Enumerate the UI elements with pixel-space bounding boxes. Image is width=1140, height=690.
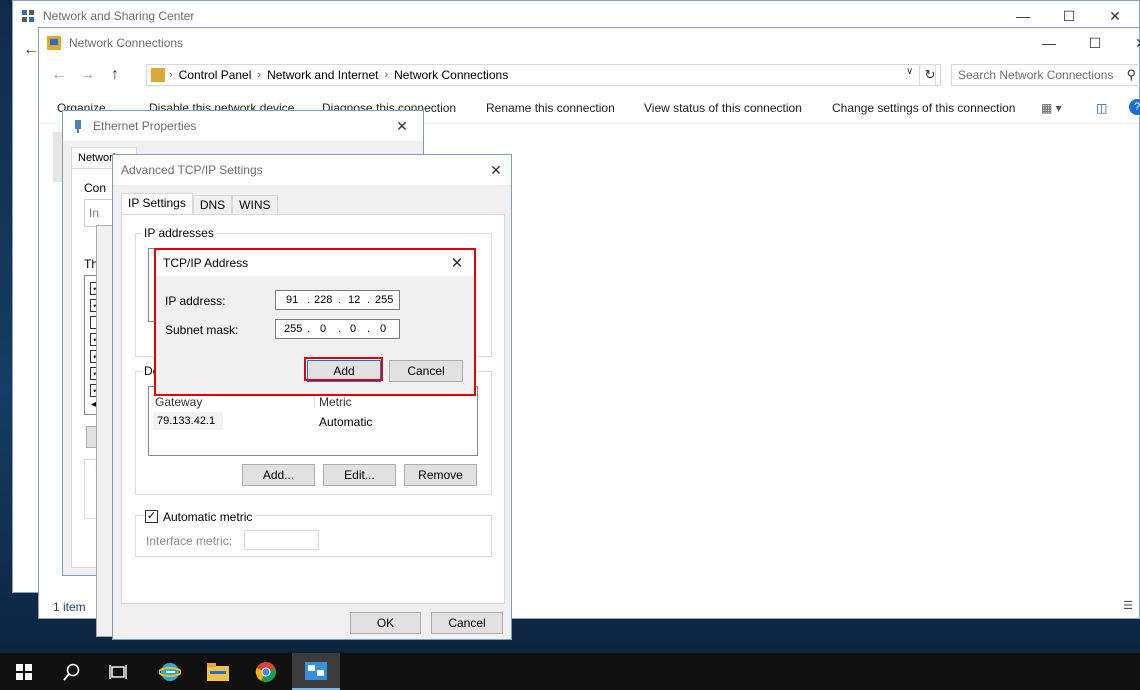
metric-column-header[interactable]: Metric bbox=[319, 395, 352, 409]
nc-title: Network Connections bbox=[69, 36, 184, 50]
help-icon[interactable]: ? bbox=[1129, 99, 1140, 115]
forward-icon[interactable]: → bbox=[73, 66, 101, 84]
search-icon[interactable] bbox=[48, 653, 96, 690]
chevron-right-icon: › bbox=[257, 69, 262, 81]
octet-dot: . bbox=[367, 323, 371, 335]
adv-tabs: IP Settings DNS WINS bbox=[121, 193, 278, 215]
address-folder-icon bbox=[151, 68, 165, 82]
ip-octet-3: 12 bbox=[348, 294, 361, 306]
adv-close-button[interactable]: ✕ bbox=[473, 155, 519, 185]
metric-group: ✓ Automatic metric Interface metric: bbox=[135, 510, 492, 557]
breadcrumb-network-internet[interactable]: Network and Internet bbox=[267, 68, 378, 82]
adv-titlebar[interactable]: Advanced TCP/IP Settings ✕ bbox=[113, 155, 511, 185]
add-button[interactable]: Add bbox=[307, 360, 381, 382]
cancel-button[interactable]: Cancel bbox=[431, 612, 503, 634]
eth-close-button[interactable]: ✕ bbox=[379, 111, 425, 141]
octet-dot: . bbox=[367, 294, 371, 306]
mask-octet-4: 0 bbox=[380, 323, 387, 335]
nc-titlebar[interactable]: Network Connections — ☐ ✕ bbox=[39, 28, 1140, 58]
automatic-metric-checkbox[interactable]: ✓ bbox=[145, 510, 158, 523]
chevron-right-icon: › bbox=[384, 69, 389, 81]
search-input[interactable]: Search Network Connections ⚲ bbox=[951, 64, 1140, 86]
ok-button[interactable]: OK bbox=[350, 612, 421, 634]
tcpip-title: TCP/IP Address bbox=[163, 256, 249, 270]
interface-metric-input[interactable] bbox=[244, 530, 319, 550]
tab-ip-settings[interactable]: IP Settings bbox=[121, 193, 193, 215]
gateway-edit-button[interactable]: Edit... bbox=[323, 464, 396, 486]
chevron-down-icon[interactable]: ∨ bbox=[906, 66, 913, 77]
octet-dot: . bbox=[307, 323, 311, 335]
eth-titlebar[interactable]: Ethernet Properties ✕ bbox=[63, 111, 423, 141]
nc-close-button[interactable]: ✕ bbox=[1118, 28, 1140, 58]
up-icon[interactable]: ↑ bbox=[101, 66, 129, 84]
address-bar[interactable]: › Control Panel › Network and Internet ›… bbox=[146, 64, 936, 86]
tcpip-address-dialog: TCP/IP Address ✕ IP address: 91 . 228 . … bbox=[154, 249, 476, 395]
mask-octet-1: 255 bbox=[284, 323, 303, 335]
octet-dot: . bbox=[338, 323, 342, 335]
ip-address-label: IP address: bbox=[165, 294, 226, 308]
chevron-right-icon: › bbox=[169, 69, 173, 81]
metric-cell[interactable]: Automatic bbox=[319, 415, 372, 429]
subnet-mask-label: Subnet mask: bbox=[165, 323, 239, 337]
ip-octet-4: 255 bbox=[375, 294, 394, 306]
nc-maximize-button[interactable]: ☐ bbox=[1072, 28, 1118, 58]
ip-octet-1: 91 bbox=[286, 294, 299, 306]
interface-metric-label: Interface metric: bbox=[146, 534, 233, 548]
eth-title: Ethernet Properties bbox=[93, 119, 197, 133]
ip-addresses-label: IP addresses bbox=[142, 226, 216, 240]
rename-button[interactable]: Rename this connection bbox=[486, 101, 615, 115]
tcpip-close-button[interactable]: ✕ bbox=[437, 250, 477, 276]
taskbar bbox=[0, 653, 1140, 690]
ip-address-input[interactable]: 91 . 228 . 12 . 255 bbox=[275, 290, 400, 310]
network-connections-icon bbox=[47, 36, 61, 50]
control-panel-icon bbox=[21, 9, 35, 23]
start-windows-icon[interactable] bbox=[0, 653, 48, 690]
adv-title: Advanced TCP/IP Settings bbox=[121, 163, 263, 177]
ip-octet-2: 228 bbox=[314, 294, 333, 306]
gateway-remove-button[interactable]: Remove bbox=[404, 464, 477, 486]
view-status-button[interactable]: View status of this connection bbox=[644, 101, 802, 115]
ethernet-icon bbox=[71, 119, 85, 133]
tcpip-titlebar[interactable]: TCP/IP Address ✕ bbox=[155, 250, 475, 276]
eth-connect-label: Con bbox=[84, 181, 107, 195]
octet-dot: . bbox=[338, 294, 342, 306]
tab-wins[interactable]: WINS bbox=[232, 195, 278, 215]
gateways-list[interactable]: Gateway Metric 79.133.42.1 Automatic bbox=[148, 386, 478, 456]
subnet-mask-input[interactable]: 255 . 0 . 0 . 0 bbox=[275, 319, 400, 339]
file-explorer-icon[interactable] bbox=[194, 653, 242, 690]
octet-dot: . bbox=[307, 294, 311, 306]
eth-install-label: In bbox=[89, 206, 100, 220]
change-settings-button[interactable]: Change settings of this connection bbox=[832, 101, 1015, 115]
mask-octet-2: 0 bbox=[320, 323, 327, 335]
refresh-icon[interactable]: ↻ bbox=[919, 64, 941, 86]
automatic-metric-label: Automatic metric bbox=[161, 510, 255, 524]
preview-pane-icon[interactable]: ◫ bbox=[1096, 101, 1107, 115]
search-placeholder: Search Network Connections bbox=[958, 68, 1114, 82]
search-icon: ⚲ bbox=[1126, 67, 1136, 82]
gateway-cell[interactable]: 79.133.42.1 bbox=[157, 415, 215, 427]
internet-explorer-icon[interactable] bbox=[146, 653, 194, 690]
view-options-icon[interactable]: ▦ ▾ bbox=[1041, 101, 1062, 115]
network-control-panel-icon[interactable] bbox=[292, 653, 340, 690]
mask-octet-3: 0 bbox=[350, 323, 357, 335]
tab-dns[interactable]: DNS bbox=[192, 195, 233, 215]
chrome-icon[interactable] bbox=[242, 653, 290, 690]
back-arrow-icon[interactable]: ← bbox=[23, 41, 39, 59]
gateway-column-header[interactable]: Gateway bbox=[155, 395, 202, 409]
details-view-icon[interactable]: ☰ bbox=[1123, 599, 1133, 612]
gateway-add-button[interactable]: Add... bbox=[242, 464, 315, 486]
nsc-title: Network and Sharing Center bbox=[43, 9, 195, 23]
breadcrumb-network-connections[interactable]: Network Connections bbox=[394, 68, 508, 82]
status-count: 1 item bbox=[53, 600, 86, 614]
address-row: ← → ↑ › Control Panel › Network and Inte… bbox=[39, 60, 1140, 90]
tcpip-cancel-button[interactable]: Cancel bbox=[389, 360, 463, 382]
breadcrumb-control-panel[interactable]: Control Panel bbox=[179, 68, 252, 82]
advanced-tcpip-window: Advanced TCP/IP Settings ✕ IP Settings D… bbox=[112, 154, 512, 640]
back-icon[interactable]: ← bbox=[45, 66, 73, 84]
task-view-icon[interactable] bbox=[94, 653, 142, 690]
nc-minimize-button[interactable]: — bbox=[1026, 28, 1072, 58]
